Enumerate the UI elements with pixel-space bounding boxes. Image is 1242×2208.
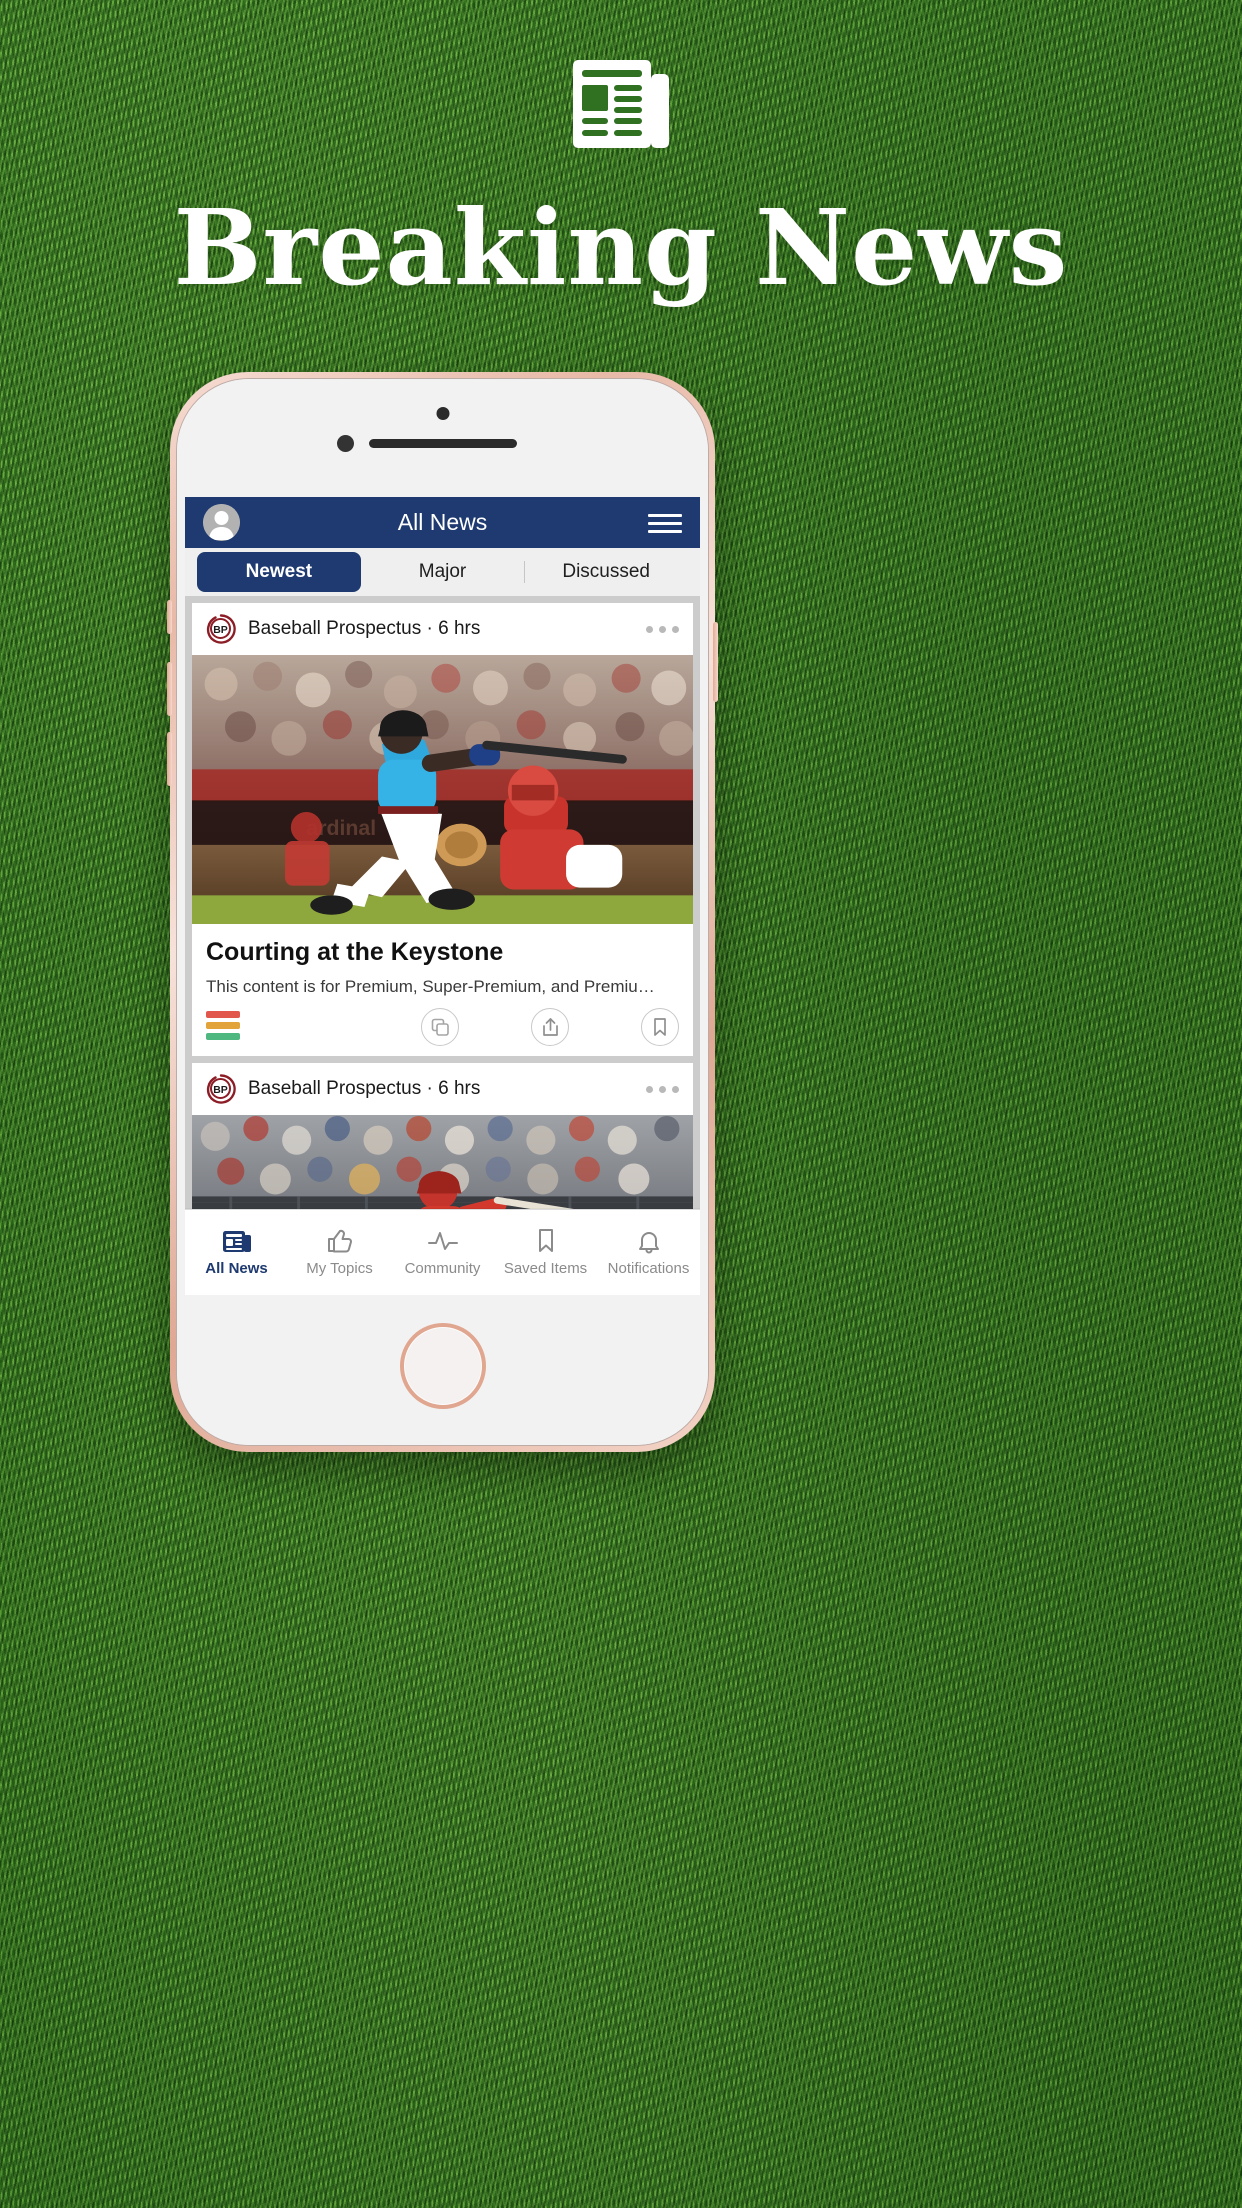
- newspaper-icon: [573, 60, 669, 148]
- page-title: Breaking News: [173, 186, 1069, 309]
- baseball-prospectus-logo-icon: BP: [206, 1074, 236, 1104]
- article-description: This content is for Premium, Super-Premi…: [206, 977, 655, 997]
- bookmark-icon: [654, 1018, 666, 1037]
- avatar[interactable]: [203, 504, 240, 541]
- baseball-prospectus-logo-icon: BP: [206, 614, 236, 644]
- newspaper-icon: [222, 1231, 251, 1252]
- svg-text:BP: BP: [213, 624, 228, 636]
- more-options-icon[interactable]: [646, 1085, 679, 1093]
- share-icon: [542, 1018, 558, 1037]
- volume-up-button: [167, 662, 172, 716]
- news-feed[interactable]: BP Baseball Prospectus · 6 hrs ardinal C…: [185, 596, 700, 1209]
- tab-label: My Topics: [306, 1260, 373, 1277]
- page-title: All News: [397, 509, 488, 535]
- tab-saved-items[interactable]: Saved Items: [494, 1210, 597, 1295]
- news-card[interactable]: BP Baseball Prospectus · 6 hrs: [192, 1063, 693, 1209]
- app-navbar: All News: [185, 497, 700, 548]
- article-title[interactable]: Courting at the Keystone: [192, 924, 693, 967]
- rating-bars-icon[interactable]: [206, 1010, 240, 1044]
- copy-button[interactable]: [421, 1008, 459, 1047]
- hero-section: Breaking News: [0, 0, 1242, 300]
- phone-mockup: All News Newest Major Discussed BP Baseb…: [167, 372, 718, 1452]
- app-screen: All News Newest Major Discussed BP Baseb…: [185, 497, 700, 1295]
- share-button[interactable]: [531, 1008, 569, 1047]
- tab-newest[interactable]: Newest: [197, 552, 361, 592]
- bell-icon: [638, 1232, 659, 1254]
- news-card[interactable]: BP Baseball Prospectus · 6 hrs: [192, 603, 693, 1057]
- bookmark-icon: [538, 1229, 553, 1252]
- front-camera: [436, 407, 449, 420]
- card-actions: [192, 998, 693, 1056]
- segmented-control: Newest Major Discussed: [185, 548, 700, 596]
- user-avatar-icon: [203, 504, 240, 541]
- home-button[interactable]: [399, 1323, 486, 1409]
- article-image[interactable]: [192, 1115, 693, 1209]
- power-button: [713, 622, 718, 702]
- tab-label: Community: [404, 1260, 481, 1277]
- pulse-icon: [427, 1232, 458, 1250]
- bottom-tab-bar: All News My Topics Community Saved Items…: [185, 1209, 700, 1295]
- tab-label: Notifications: [607, 1260, 690, 1277]
- card-source-line: Baseball Prospectus · 6 hrs: [248, 1078, 481, 1100]
- card-header: BP Baseball Prospectus · 6 hrs: [192, 1063, 693, 1115]
- proximity-sensor: [337, 435, 354, 452]
- earpiece-speaker: [368, 439, 517, 448]
- hamburger-menu-icon[interactable]: [648, 512, 682, 534]
- card-header: BP Baseball Prospectus · 6 hrs: [192, 603, 693, 655]
- tab-notifications[interactable]: Notifications: [597, 1210, 700, 1295]
- more-options-icon[interactable]: [646, 625, 679, 633]
- copy-icon: [431, 1018, 449, 1036]
- article-image[interactable]: ardinal: [192, 655, 693, 925]
- thumbs-up-icon: [327, 1229, 352, 1253]
- tab-discussed[interactable]: Discussed: [524, 552, 688, 592]
- tab-label: All News: [205, 1260, 268, 1277]
- tab-label: Saved Items: [503, 1260, 588, 1277]
- tab-all-news[interactable]: All News: [185, 1210, 288, 1295]
- card-source-line: Baseball Prospectus · 6 hrs: [248, 618, 481, 639]
- phone-bottom-bezel: [177, 1295, 708, 1445]
- tab-major[interactable]: Major: [361, 552, 525, 592]
- phone-top-bezel: [177, 379, 708, 497]
- bookmark-button[interactable]: [641, 1008, 679, 1047]
- tab-community[interactable]: Community: [391, 1210, 494, 1295]
- svg-text:BP: BP: [213, 1084, 228, 1096]
- volume-down-button: [167, 732, 172, 786]
- tab-my-topics[interactable]: My Topics: [288, 1210, 391, 1295]
- silent-switch: [167, 600, 172, 634]
